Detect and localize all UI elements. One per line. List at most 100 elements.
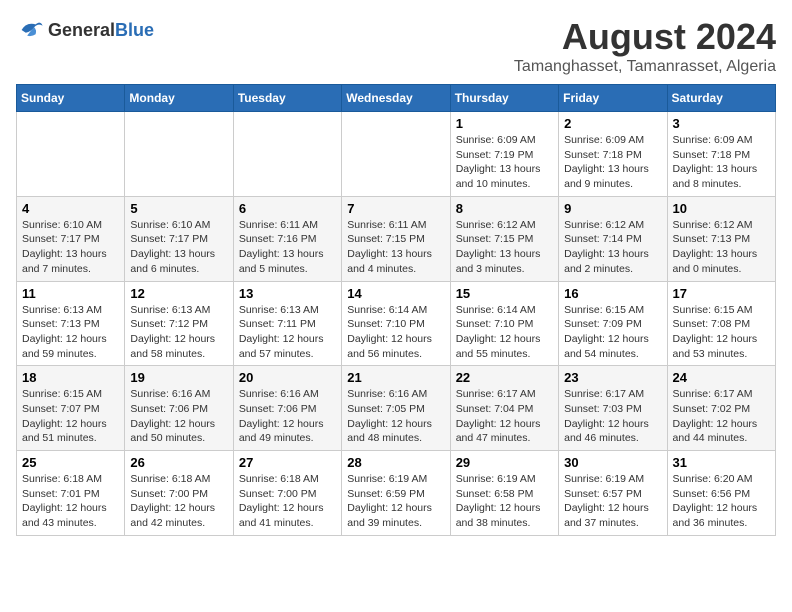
day-header-sunday: Sunday [17,85,125,112]
logo: GeneralBlue [16,16,154,44]
day-header-monday: Monday [125,85,233,112]
day-number: 22 [456,370,553,385]
day-number: 12 [130,286,227,301]
day-number: 1 [456,116,553,131]
day-number: 25 [22,455,119,470]
calendar-cell: 11 Sunrise: 6:13 AM Sunset: 7:13 PM Dayli… [17,281,125,366]
calendar-cell [17,112,125,197]
day-info: Sunrise: 6:11 AM Sunset: 7:15 PM Dayligh… [347,218,444,277]
day-info: Sunrise: 6:13 AM Sunset: 7:11 PM Dayligh… [239,303,336,362]
day-number: 8 [456,201,553,216]
calendar-cell: 31Sunrise: 6:20 AM Sunset: 6:56 PM Dayli… [667,451,775,536]
day-number: 27 [239,455,336,470]
subtitle: Tamanghasset, Tamanrasset, Algeria [514,58,776,76]
day-info: Sunrise: 6:17 AM Sunset: 7:03 PM Dayligh… [564,387,661,446]
day-number: 30 [564,455,661,470]
day-number: 3 [673,116,770,131]
day-number: 19 [130,370,227,385]
day-number: 7 [347,201,444,216]
calendar-cell: 12 Sunrise: 6:13 AM Sunset: 7:12 PM Dayli… [125,281,233,366]
day-number: 16 [564,286,661,301]
day-info: Sunrise: 6:09 AM Sunset: 7:19 PM Dayligh… [456,133,553,192]
day-info: Sunrise: 6:15 AM Sunset: 7:08 PM Dayligh… [673,303,770,362]
day-info: Sunrise: 6:13 AM Sunset: 7:13 PM Dayligh… [22,303,119,362]
day-number: 13 [239,286,336,301]
calendar-cell: 29 Sunrise: 6:19 AM Sunset: 6:58 PM Dayli… [450,451,558,536]
day-info: Sunrise: 6:19 AM Sunset: 6:57 PM Dayligh… [564,472,661,531]
day-info: Sunrise: 6:18 AM Sunset: 7:00 PM Dayligh… [130,472,227,531]
calendar-cell: 26 Sunrise: 6:18 AM Sunset: 7:00 PM Dayli… [125,451,233,536]
day-number: 26 [130,455,227,470]
day-info: Sunrise: 6:09 AM Sunset: 7:18 PM Dayligh… [564,133,661,192]
calendar-cell: 4 Sunrise: 6:10 AM Sunset: 7:17 PM Daylig… [17,196,125,281]
day-number: 24 [673,370,770,385]
day-info: Sunrise: 6:16 AM Sunset: 7:06 PM Dayligh… [239,387,336,446]
day-number: 2 [564,116,661,131]
day-info: Sunrise: 6:16 AM Sunset: 7:05 PM Dayligh… [347,387,444,446]
day-number: 9 [564,201,661,216]
day-number: 14 [347,286,444,301]
calendar-cell: 24Sunrise: 6:17 AM Sunset: 7:02 PM Dayli… [667,366,775,451]
calendar-week-3: 11 Sunrise: 6:13 AM Sunset: 7:13 PM Dayli… [17,281,776,366]
day-info: Sunrise: 6:17 AM Sunset: 7:04 PM Dayligh… [456,387,553,446]
calendar-cell: 19 Sunrise: 6:16 AM Sunset: 7:06 PM Dayli… [125,366,233,451]
calendar-cell: 28Sunrise: 6:19 AM Sunset: 6:59 PM Dayli… [342,451,450,536]
day-header-row: SundayMondayTuesdayWednesdayThursdayFrid… [17,85,776,112]
calendar-cell: 9 Sunrise: 6:12 AM Sunset: 7:14 PM Daylig… [559,196,667,281]
calendar-week-4: 18Sunrise: 6:15 AM Sunset: 7:07 PM Dayli… [17,366,776,451]
day-info: Sunrise: 6:14 AM Sunset: 7:10 PM Dayligh… [347,303,444,362]
day-number: 29 [456,455,553,470]
day-info: Sunrise: 6:14 AM Sunset: 7:10 PM Dayligh… [456,303,553,362]
calendar-week-5: 25 Sunrise: 6:18 AM Sunset: 7:01 PM Dayli… [17,451,776,536]
day-header-saturday: Saturday [667,85,775,112]
day-info: Sunrise: 6:11 AM Sunset: 7:16 PM Dayligh… [239,218,336,277]
day-info: Sunrise: 6:10 AM Sunset: 7:17 PM Dayligh… [130,218,227,277]
calendar-cell: 18Sunrise: 6:15 AM Sunset: 7:07 PM Dayli… [17,366,125,451]
day-info: Sunrise: 6:12 AM Sunset: 7:14 PM Dayligh… [564,218,661,277]
day-number: 17 [673,286,770,301]
day-info: Sunrise: 6:10 AM Sunset: 7:17 PM Dayligh… [22,218,119,277]
day-number: 18 [22,370,119,385]
day-number: 21 [347,370,444,385]
day-info: Sunrise: 6:19 AM Sunset: 6:59 PM Dayligh… [347,472,444,531]
calendar-cell: 3Sunrise: 6:09 AM Sunset: 7:18 PM Daylig… [667,112,775,197]
day-header-wednesday: Wednesday [342,85,450,112]
day-number: 11 [22,286,119,301]
logo-bird-icon [16,16,44,44]
calendar-cell: 27 Sunrise: 6:18 AM Sunset: 7:00 PM Dayli… [233,451,341,536]
day-header-tuesday: Tuesday [233,85,341,112]
day-number: 5 [130,201,227,216]
day-header-thursday: Thursday [450,85,558,112]
day-number: 6 [239,201,336,216]
day-info: Sunrise: 6:15 AM Sunset: 7:09 PM Dayligh… [564,303,661,362]
day-info: Sunrise: 6:16 AM Sunset: 7:06 PM Dayligh… [130,387,227,446]
calendar-week-2: 4 Sunrise: 6:10 AM Sunset: 7:17 PM Daylig… [17,196,776,281]
title-area: August 2024 Tamanghasset, Tamanrasset, A… [514,16,776,76]
calendar-cell: 8Sunrise: 6:12 AM Sunset: 7:15 PM Daylig… [450,196,558,281]
calendar-cell: 17 Sunrise: 6:15 AM Sunset: 7:08 PM Dayli… [667,281,775,366]
day-info: Sunrise: 6:18 AM Sunset: 7:01 PM Dayligh… [22,472,119,531]
logo-general-text: General [48,20,115,40]
calendar-cell: 10 Sunrise: 6:12 AM Sunset: 7:13 PM Dayli… [667,196,775,281]
calendar-cell: 6 Sunrise: 6:11 AM Sunset: 7:16 PM Daylig… [233,196,341,281]
calendar-cell [233,112,341,197]
day-info: Sunrise: 6:12 AM Sunset: 7:13 PM Dayligh… [673,218,770,277]
calendar-cell: 21 Sunrise: 6:16 AM Sunset: 7:05 PM Dayli… [342,366,450,451]
calendar-cell: 30 Sunrise: 6:19 AM Sunset: 6:57 PM Dayli… [559,451,667,536]
calendar-cell: 16 Sunrise: 6:15 AM Sunset: 7:09 PM Dayli… [559,281,667,366]
day-number: 4 [22,201,119,216]
calendar-cell: 22 Sunrise: 6:17 AM Sunset: 7:04 PM Dayli… [450,366,558,451]
calendar-cell: 14 Sunrise: 6:14 AM Sunset: 7:10 PM Dayli… [342,281,450,366]
logo-blue-text: Blue [115,20,154,40]
day-info: Sunrise: 6:18 AM Sunset: 7:00 PM Dayligh… [239,472,336,531]
calendar-week-1: 1 Sunrise: 6:09 AM Sunset: 7:19 PM Daylig… [17,112,776,197]
calendar-cell: 20Sunrise: 6:16 AM Sunset: 7:06 PM Dayli… [233,366,341,451]
calendar-cell [125,112,233,197]
day-number: 10 [673,201,770,216]
day-header-friday: Friday [559,85,667,112]
day-info: Sunrise: 6:13 AM Sunset: 7:12 PM Dayligh… [130,303,227,362]
day-number: 23 [564,370,661,385]
calendar-cell: 15Sunrise: 6:14 AM Sunset: 7:10 PM Dayli… [450,281,558,366]
day-info: Sunrise: 6:20 AM Sunset: 6:56 PM Dayligh… [673,472,770,531]
day-info: Sunrise: 6:19 AM Sunset: 6:58 PM Dayligh… [456,472,553,531]
